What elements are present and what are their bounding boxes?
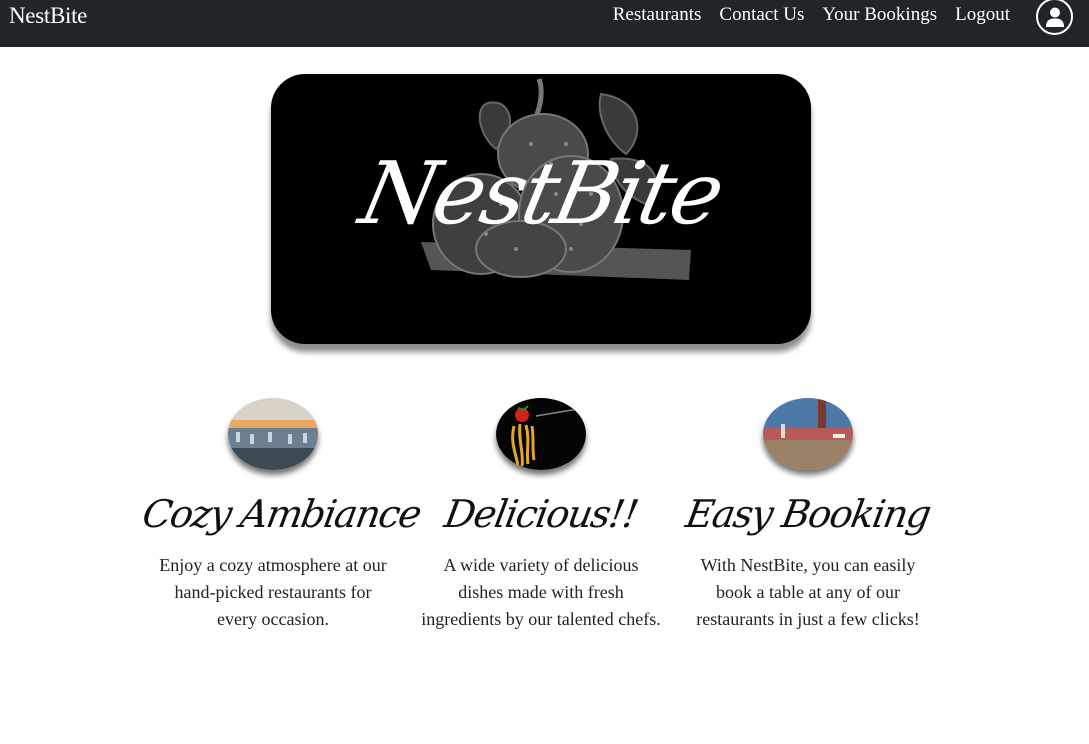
feature-title: Easy Booking [682,492,934,536]
feature-image [228,398,318,470]
nav-link-logout[interactable]: Logout [955,4,1010,26]
brand-link[interactable]: NestBite [9,3,87,29]
feature-text: With NestBite, you can easily book a tab… [696,555,920,629]
navbar: NestBite Restaurants Contact Us Your Boo… [0,0,1089,47]
feature-title: Cozy Ambiance [139,492,424,536]
feature-image [496,398,586,470]
nav-link-your-bookings[interactable]: Your Bookings [822,4,937,26]
user-circle-icon [1045,7,1064,27]
hero-banner: NestBite [271,74,811,344]
feature-easy-booking: Easy Booking With NestBite, you can easi… [678,398,938,633]
feature-image [763,398,853,470]
restaurant-table-photo [763,398,853,470]
nav-link-restaurants[interactable]: Restaurants [613,4,702,26]
spaghetti-fork-photo [496,398,586,470]
feature-text: Enjoy a cozy atmosphere at our hand-pick… [159,555,387,629]
nav-link-contact-us[interactable]: Contact Us [719,4,804,26]
restaurant-terrace-photo [228,398,318,470]
feature-cozy-ambiance: Cozy Ambiance Enjoy a cozy atmosphere at… [139,398,424,633]
feature-title: Delicious!! [441,492,641,536]
nav-links: Restaurants Contact Us Your Bookings Log… [595,4,1010,26]
feature-delicious: Delicious!! A wide variety of delicious … [411,398,671,633]
user-profile-button[interactable] [1036,0,1073,35]
feature-text: A wide variety of delicious dishes made … [421,555,661,629]
hero-title: NestBite [351,144,731,244]
